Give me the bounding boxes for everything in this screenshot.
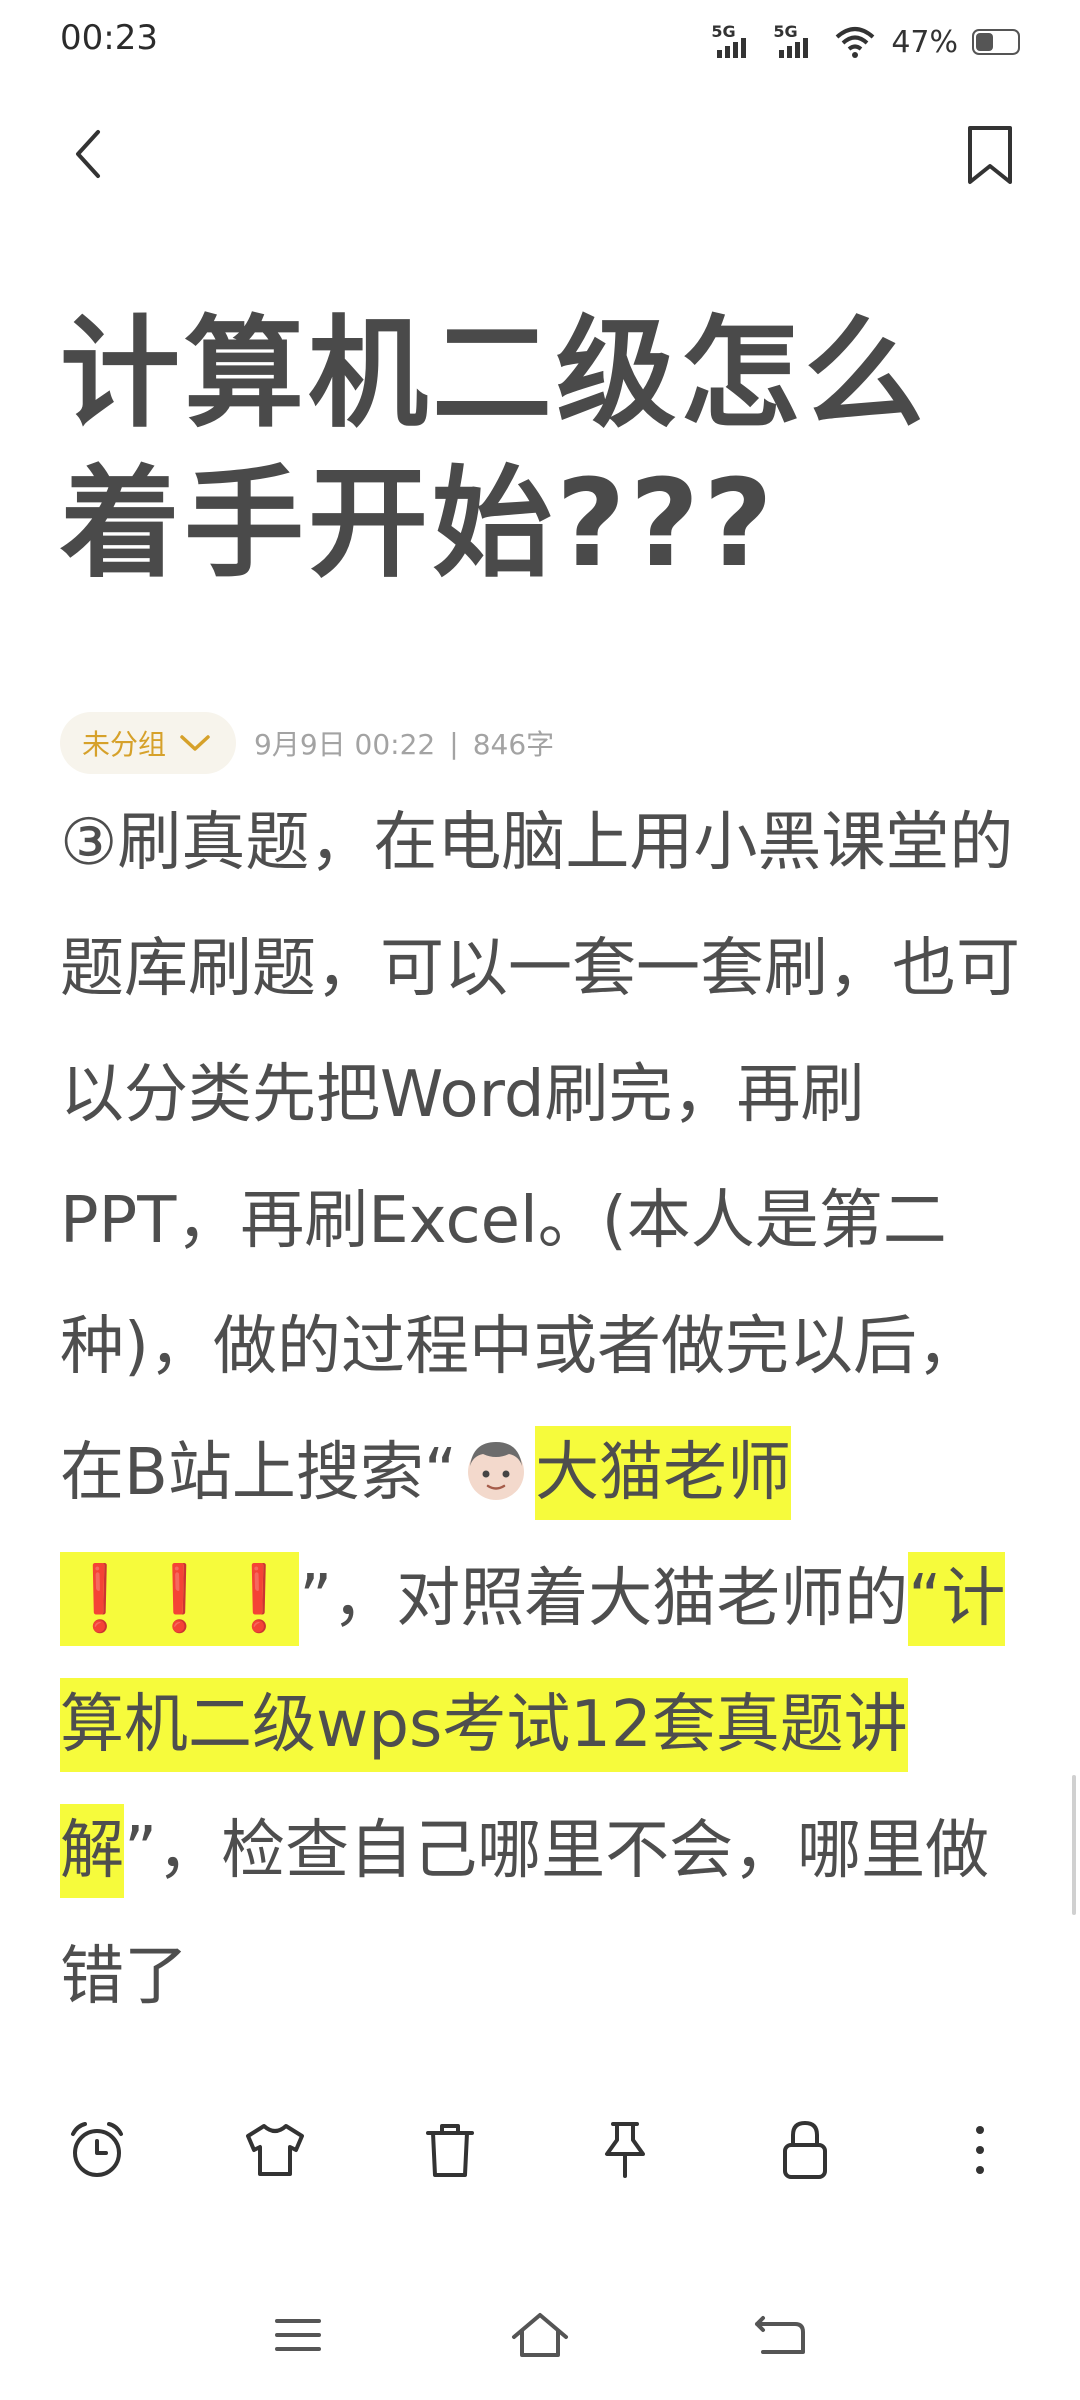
status-bar: 00:23 5G 5G 47% [0,0,1080,80]
trash-icon [426,2124,474,2177]
body-text: ”，检查自己哪里不会，哪里做错了 [60,1814,990,2014]
body-text: ”，对照着大猫老师的 [299,1562,909,1636]
scrollbar[interactable] [1072,1775,1076,1915]
note-meta: 未分组 9月9日 00:22 | 846字 [60,712,554,774]
pin-icon [605,2122,645,2178]
bookmark-icon [968,126,1012,184]
delete-button[interactable] [415,2115,485,2185]
pin-button[interactable] [590,2115,660,2185]
lock-button[interactable] [770,2115,840,2185]
group-label: 未分组 [82,728,167,761]
bookmark-button[interactable] [960,124,1020,184]
back-button[interactable] [60,124,120,184]
status-icons: 5G 5G 47% [711,20,1020,64]
home-button[interactable] [505,2300,575,2370]
battery-icon [972,29,1020,55]
group-selector[interactable]: 未分组 [60,712,237,774]
reminder-button[interactable] [62,2115,132,2185]
theme-button[interactable] [240,2115,310,2185]
word-count: 846字 [472,728,555,761]
more-vertical-icon [976,2126,984,2174]
alarm-clock-icon [71,2122,123,2177]
back-arrow-icon [755,2316,805,2354]
home-icon [512,2313,568,2357]
chevron-down-icon [180,735,210,751]
status-time: 00:23 [60,18,158,58]
more-button[interactable] [945,2115,1015,2185]
man-face-emoji-icon [468,1442,525,1500]
top-nav [0,110,1080,200]
note-body[interactable]: ③刷真题，在电脑上用小黑课堂的题库刷题，可以一套一套刷，也可以分类先把Word刷… [60,780,1020,2040]
signal-5g-icon: 5G [773,22,821,62]
battery-percent: 47% [891,24,958,60]
exclamation-marks: ❗❗❗ [60,1562,300,1636]
lock-icon [783,2120,827,2179]
meta-separator: | [449,726,459,760]
back-nav-button[interactable] [745,2300,815,2370]
tshirt-icon [246,2124,304,2176]
recents-button[interactable] [263,2300,333,2370]
system-navigation-bar [0,2280,1080,2400]
signal-5g-icon: 5G [711,22,759,62]
note-title[interactable]: 计算机二级怎么着手开始??? [60,300,1020,600]
note-toolbar [0,2040,1080,2220]
chevron-left-icon [76,130,100,178]
menu-icon [275,2319,321,2351]
note-date: 9月9日 00:22 [254,728,436,761]
body-text: ③刷真题，在电脑上用小黑课堂的题库刷题，可以一套一套刷，也可以分类先把Word刷… [60,806,1020,1510]
wifi-icon [835,27,875,58]
